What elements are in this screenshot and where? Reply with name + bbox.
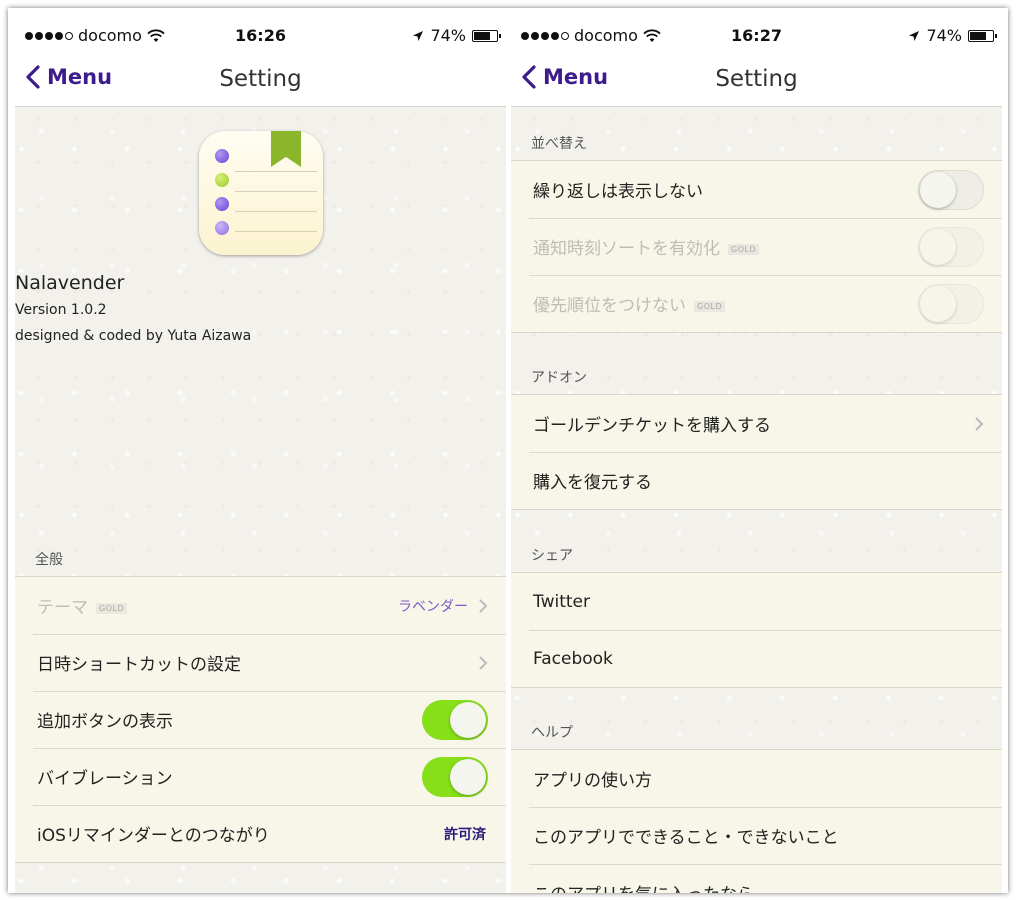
gold-badge: GOLD bbox=[96, 602, 128, 614]
share-facebook-row[interactable]: Facebook bbox=[511, 630, 1002, 687]
status-right: 74% bbox=[908, 26, 997, 45]
section-header-share: シェア bbox=[531, 548, 573, 564]
right-screen: docomo 16:27 74% Menu Setting 並べ替え 繰り返しは… bbox=[511, 16, 1002, 893]
hide-repeat-label: 繰り返しは表示しない bbox=[533, 182, 703, 202]
share-twitter-label: Twitter bbox=[533, 591, 590, 612]
location-arrow-icon bbox=[413, 30, 424, 41]
ios-reminders-label: iOSリマインダーとのつながり bbox=[37, 826, 270, 846]
no-priority-label: 優先順位をつけない GOLD bbox=[533, 291, 918, 316]
bookmark-ribbon-icon bbox=[271, 131, 301, 167]
can-and-cannot-label: このアプリでできること・できないこと bbox=[533, 828, 839, 848]
help-group: アプリの使い方 このアプリでできること・できないこと このアプリを気に入ったなら bbox=[511, 749, 1002, 893]
share-twitter-row[interactable]: Twitter bbox=[511, 573, 1002, 630]
vibration-toggle[interactable] bbox=[422, 756, 488, 797]
battery-percent: 74% bbox=[430, 26, 466, 45]
buy-golden-ticket-label: ゴールデンチケットを購入する bbox=[533, 416, 771, 436]
vibration-label: バイブレーション bbox=[37, 769, 173, 789]
section-header-general: 全般 bbox=[35, 552, 63, 568]
nav-bar: Menu Setting bbox=[511, 56, 1002, 107]
battery-percent: 74% bbox=[926, 26, 962, 45]
location-arrow-icon bbox=[909, 30, 920, 41]
status-bar: docomo 16:26 74% bbox=[15, 16, 506, 56]
how-to-use-row[interactable]: アプリの使い方 bbox=[511, 750, 1002, 807]
theme-row[interactable]: テーマ GOLD ラベンダー bbox=[15, 577, 506, 634]
page-title: Setting bbox=[219, 66, 302, 92]
no-priority-row: 優先順位をつけない GOLD bbox=[511, 275, 1002, 332]
datetime-shortcut-label: 日時ショートカットの設定 bbox=[37, 655, 241, 675]
ios-reminders-status: 許可済 bbox=[444, 826, 486, 843]
share-facebook-label: Facebook bbox=[533, 648, 613, 669]
hide-repeat-toggle[interactable] bbox=[918, 169, 984, 210]
no-priority-toggle[interactable] bbox=[918, 283, 984, 324]
section-header-help: ヘルプ bbox=[531, 725, 573, 741]
if-you-like-row[interactable]: このアプリを気に入ったなら bbox=[511, 864, 1002, 893]
status-right: 74% bbox=[412, 26, 501, 45]
app-credit: designed & coded by Yuta Aizawa bbox=[15, 328, 252, 344]
restore-purchase-label: 購入を復元する bbox=[533, 473, 652, 493]
general-settings-group: テーマ GOLD ラベンダー 日時ショートカットの設定 追加ボタンの表示 バイブレ… bbox=[15, 576, 506, 863]
datetime-shortcut-row[interactable]: 日時ショートカットの設定 bbox=[15, 634, 506, 691]
page-title: Setting bbox=[715, 66, 798, 92]
left-screen: docomo 16:26 74% Menu Setting Nalavender… bbox=[15, 16, 506, 893]
vibration-row: バイブレーション bbox=[15, 748, 506, 805]
notify-time-sort-row: 通知時刻ソートを有効化 GOLD bbox=[511, 218, 1002, 275]
can-and-cannot-row[interactable]: このアプリでできること・できないこと bbox=[511, 807, 1002, 864]
addon-group: ゴールデンチケットを購入する 購入を復元する bbox=[511, 394, 1002, 510]
app-icon bbox=[199, 131, 323, 255]
notify-time-sort-toggle[interactable] bbox=[918, 226, 984, 267]
battery-icon bbox=[472, 29, 501, 42]
chevron-right-icon bbox=[479, 655, 488, 670]
battery-icon bbox=[968, 29, 997, 42]
theme-value: ラベンダー bbox=[398, 598, 468, 615]
add-button-display-label: 追加ボタンの表示 bbox=[37, 712, 173, 732]
ios-reminders-row[interactable]: iOSリマインダーとのつながり 許可済 bbox=[15, 805, 506, 862]
chevron-right-icon bbox=[975, 416, 984, 431]
nav-bar: Menu Setting bbox=[15, 56, 506, 107]
if-you-like-label: このアプリを気に入ったなら bbox=[533, 880, 984, 893]
add-button-display-row: 追加ボタンの表示 bbox=[15, 691, 506, 748]
notify-time-sort-label: 通知時刻ソートを有効化 GOLD bbox=[533, 234, 918, 259]
restore-purchase-row[interactable]: 購入を復元する bbox=[511, 452, 1002, 509]
theme-label: テーマ GOLD bbox=[37, 593, 398, 618]
screenshot-frame: docomo 16:26 74% Menu Setting Nalavender… bbox=[8, 8, 1008, 893]
app-name: Nalavender bbox=[15, 272, 125, 294]
sort-settings-group: 繰り返しは表示しない 通知時刻ソートを有効化 GOLD 優先順位をつけない GOLD bbox=[511, 160, 1002, 333]
add-button-display-toggle[interactable] bbox=[422, 699, 488, 740]
buy-golden-ticket-row[interactable]: ゴールデンチケットを購入する bbox=[511, 395, 1002, 452]
gold-badge: GOLD bbox=[728, 243, 760, 255]
section-header-sort: 並べ替え bbox=[531, 136, 587, 152]
share-group: Twitter Facebook bbox=[511, 572, 1002, 688]
status-bar: docomo 16:27 74% bbox=[511, 16, 1002, 56]
chevron-right-icon bbox=[479, 598, 488, 613]
how-to-use-label: アプリの使い方 bbox=[533, 771, 652, 791]
section-header-addon: アドオン bbox=[531, 370, 587, 386]
gold-badge: GOLD bbox=[694, 300, 726, 312]
hide-repeat-row: 繰り返しは表示しない bbox=[511, 161, 1002, 218]
app-version: Version 1.0.2 bbox=[15, 302, 107, 318]
